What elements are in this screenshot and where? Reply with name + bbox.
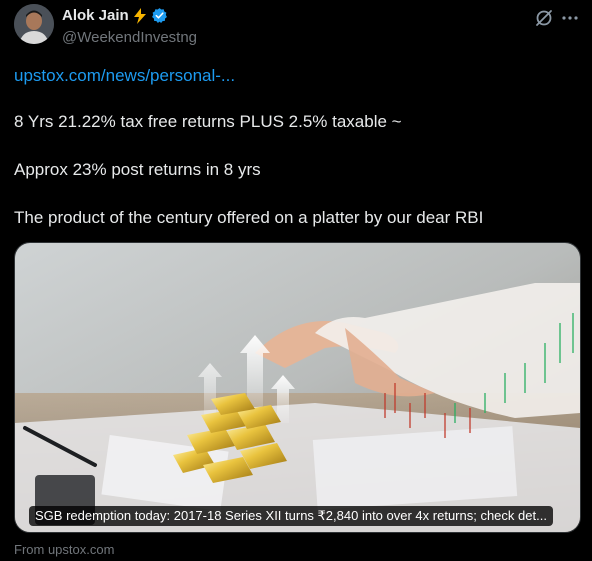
card-caption: SGB redemption today: 2017-18 Series XII… [29, 506, 553, 526]
author-name[interactable]: Alok Jain [62, 7, 129, 24]
more-horizontal-icon[interactable] [560, 8, 580, 28]
link-preview-card[interactable]: SGB redemption today: 2017-18 Series XII… [14, 242, 581, 533]
grok-icon[interactable] [534, 8, 554, 28]
avatar[interactable] [14, 4, 54, 44]
tweet-line-2: Approx 23% post returns in 8 yrs [14, 160, 261, 179]
author-name-row: Alok Jain [62, 7, 168, 24]
tweet-line-1: 8 Yrs 21.22% tax free returns PLUS 2.5% … [14, 112, 402, 131]
lightning-bolt-icon [133, 7, 147, 24]
tweet-line-3: The product of the century offered on a … [14, 208, 484, 227]
card-source[interactable]: From upstox.com [14, 542, 114, 557]
verified-badge-icon[interactable] [151, 7, 168, 24]
card-image [15, 243, 580, 532]
author-handle[interactable]: @WeekendInvestng [62, 29, 197, 46]
article-link[interactable]: upstox.com/news/personal-... [14, 66, 235, 86]
